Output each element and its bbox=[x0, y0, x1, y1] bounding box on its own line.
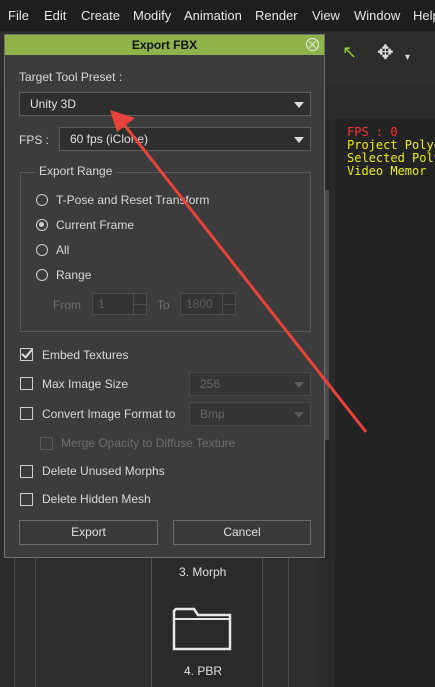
annotation-arrow bbox=[110, 110, 368, 433]
